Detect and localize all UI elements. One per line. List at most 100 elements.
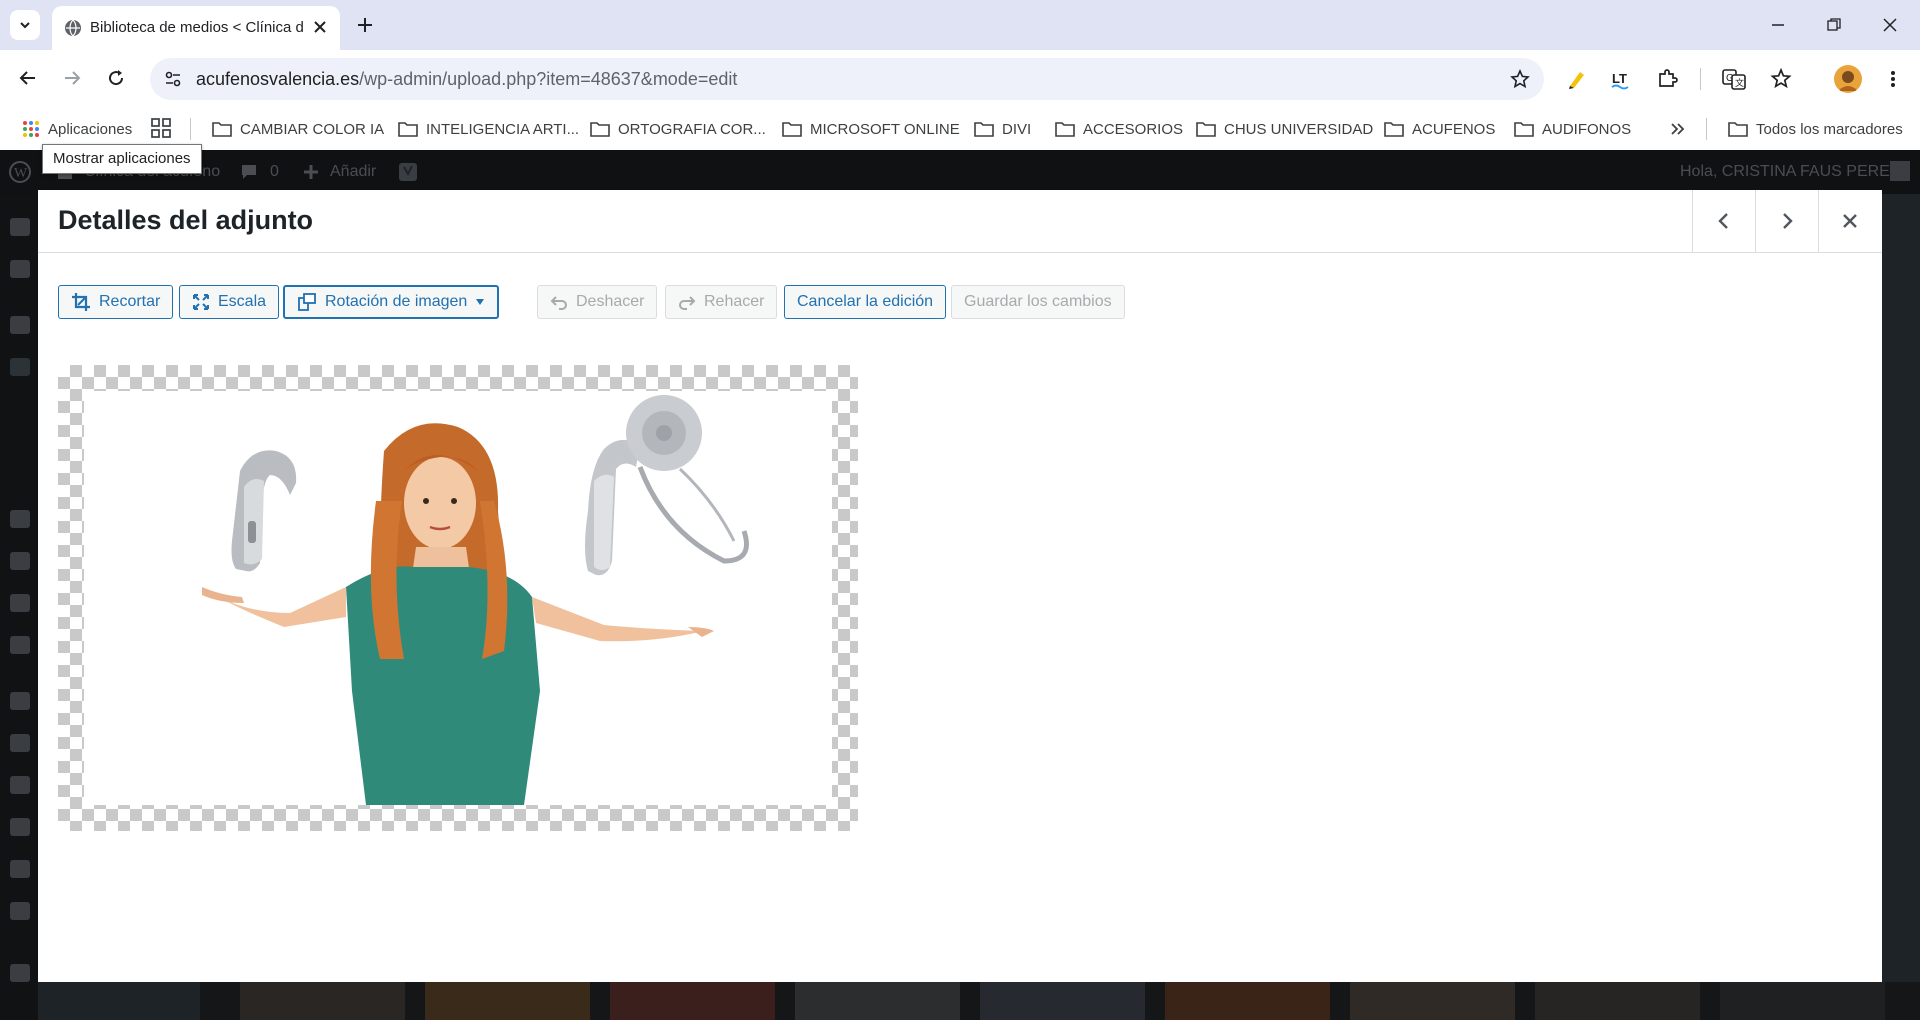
apps-grid-icon: [23, 121, 39, 137]
new-tab-button[interactable]: [350, 10, 380, 40]
previous-attachment-button[interactable]: [1692, 190, 1755, 252]
bookmark-folder-chus-universidad[interactable]: CHUS UNIVERSIDAD: [1196, 108, 1373, 150]
highlighter-extension-icon[interactable]: [1566, 68, 1588, 90]
media-thumbnail[interactable]: [980, 982, 1145, 1020]
undo-icon: [550, 296, 567, 310]
users-icon[interactable]: [10, 776, 30, 794]
bookmark-folder-microsoft-online[interactable]: MICROSOFT ONLINE: [782, 108, 960, 150]
bookmark-label: Todos los marcadores: [1756, 120, 1903, 138]
media-thumbnail[interactable]: [795, 982, 960, 1020]
divi-icon[interactable]: [10, 636, 30, 654]
bookmark-folder-audifonos[interactable]: AUDIFONOS: [1514, 108, 1631, 150]
appearance-icon[interactable]: [10, 692, 30, 710]
close-modal-button[interactable]: [1818, 190, 1881, 252]
folder-icon: [1728, 122, 1748, 137]
reload-button[interactable]: [100, 62, 132, 94]
projects-icon[interactable]: [10, 594, 30, 612]
reload-icon: [109, 70, 124, 86]
close-tab-icon[interactable]: [312, 19, 328, 35]
bookmark-folder-inteligencia-artificial[interactable]: INTELIGENCIA ARTI...: [398, 108, 579, 150]
chevron-left-icon: [1718, 213, 1728, 229]
cochlear-implant-illustration: [585, 395, 749, 576]
yoast-icon[interactable]: [398, 162, 418, 182]
translate-icon[interactable]: G文: [1722, 68, 1746, 90]
browser-tab-active[interactable]: Biblioteca de medios < Clínica d: [52, 6, 340, 50]
arrow-left-icon: [19, 71, 35, 85]
undo-button[interactable]: Deshacer: [537, 285, 658, 319]
settings-icon[interactable]: [10, 860, 30, 878]
address-bar[interactable]: acufenosvalencia.es/wp-admin/upload.php?…: [150, 58, 1544, 100]
close-window-button[interactable]: [1862, 0, 1918, 50]
comments-icon[interactable]: [10, 552, 30, 570]
media-thumbnail[interactable]: [240, 982, 405, 1020]
undo-label: Deshacer: [576, 293, 645, 310]
extensions-puzzle-icon[interactable]: [1656, 68, 1678, 90]
bookmark-label: ORTOGRAFIA COR...: [618, 120, 766, 138]
bookmarks-separator: [190, 118, 191, 140]
bookmark-folder-ortografia[interactable]: ORTOGRAFIA COR...: [590, 108, 766, 150]
media-thumbnail[interactable]: [1165, 982, 1330, 1020]
dashboard-icon[interactable]: [10, 218, 30, 236]
plugins-icon[interactable]: [10, 734, 30, 752]
rotate-label: Rotación de imagen: [325, 293, 468, 310]
svg-text:LT: LT: [1612, 71, 1627, 86]
svg-text:W: W: [14, 166, 28, 181]
redo-button[interactable]: Rehacer: [665, 285, 778, 319]
analytics-icon[interactable]: [10, 260, 30, 278]
bookmark-folder-divi[interactable]: DIVI: [974, 108, 1031, 150]
restore-button[interactable]: [1806, 0, 1862, 50]
media-thumbnail[interactable]: [1720, 982, 1885, 1020]
crop-icon: [72, 293, 90, 311]
save-changes-button[interactable]: Guardar los cambios: [951, 285, 1125, 319]
cancel-editing-button[interactable]: Cancelar la edición: [784, 285, 947, 319]
folder-icon: [1514, 122, 1534, 137]
bookmark-label: INTELIGENCIA ARTI...: [426, 120, 580, 138]
url-text: acufenosvalencia.es/wp-admin/upload.php?…: [196, 69, 737, 90]
admin-bar-add-new[interactable]: Añadir: [330, 163, 376, 181]
back-button[interactable]: [12, 62, 44, 94]
tab-search-button[interactable]: [10, 10, 40, 40]
wordpress-logo-icon[interactable]: W: [8, 160, 32, 184]
bookmark-label: ACUFENOS: [1412, 120, 1496, 138]
media-thumbnail[interactable]: [610, 982, 775, 1020]
media-thumbnail[interactable]: [1535, 982, 1700, 1020]
site-settings-icon[interactable]: [164, 70, 182, 88]
tools-icon[interactable]: [10, 818, 30, 836]
more-bookmarks-button[interactable]: [1666, 117, 1690, 141]
admin-bar-avatar[interactable]: [1890, 161, 1910, 181]
restore-icon: [1827, 18, 1841, 31]
admin-bar-comments-count[interactable]: 0: [270, 163, 279, 181]
pages-icon[interactable]: [10, 510, 30, 528]
profile-avatar[interactable]: [1834, 65, 1862, 93]
bookmark-folder-acufenos[interactable]: ACUFENOS: [1384, 108, 1495, 150]
reading-list-star-icon[interactable]: [1770, 68, 1792, 90]
minimize-icon: [1772, 24, 1784, 26]
yoast-seo-icon[interactable]: [10, 964, 30, 982]
pin-icon[interactable]: [10, 316, 30, 334]
all-bookmarks-folder[interactable]: Todos los marcadores: [1728, 108, 1903, 150]
admin-bar-greeting[interactable]: Hola, CRISTINA FAUS PEREZ: [1680, 163, 1900, 181]
media-thumbnail[interactable]: [425, 982, 590, 1020]
caret-down-icon: [476, 299, 485, 305]
url-path: /wp-admin/upload.php?item=48637&mode=edi…: [359, 69, 738, 89]
browser-menu-button[interactable]: [1880, 66, 1906, 92]
scale-button[interactable]: Escala: [179, 285, 280, 319]
wp-admin-sidebar: [0, 194, 38, 1020]
forward-button[interactable]: [56, 62, 88, 94]
media-icon[interactable]: [10, 358, 30, 376]
bookmark-star-icon[interactable]: [1510, 69, 1530, 89]
image-edit-canvas[interactable]: [58, 365, 858, 831]
bookmark-folder-cambiar-color-ia[interactable]: CAMBIAR COLOR IA: [212, 108, 384, 150]
rotate-image-dropdown[interactable]: Rotación de imagen: [283, 285, 500, 319]
minimize-button[interactable]: [1750, 0, 1806, 50]
mail-icon[interactable]: [10, 902, 30, 920]
bookmark-folder-accesorios[interactable]: ACCESORIOS: [1055, 108, 1183, 150]
crop-button[interactable]: Recortar: [58, 285, 174, 319]
arrow-right-icon: [65, 71, 81, 85]
next-attachment-button[interactable]: [1755, 190, 1818, 252]
media-thumbnail[interactable]: [1350, 982, 1515, 1020]
toolbar-separator: [1700, 68, 1701, 90]
languagetool-extension-icon[interactable]: LT: [1610, 68, 1636, 90]
bookmark-label: MICROSOFT ONLINE: [810, 120, 960, 138]
tab-groups-icon[interactable]: [150, 117, 172, 139]
